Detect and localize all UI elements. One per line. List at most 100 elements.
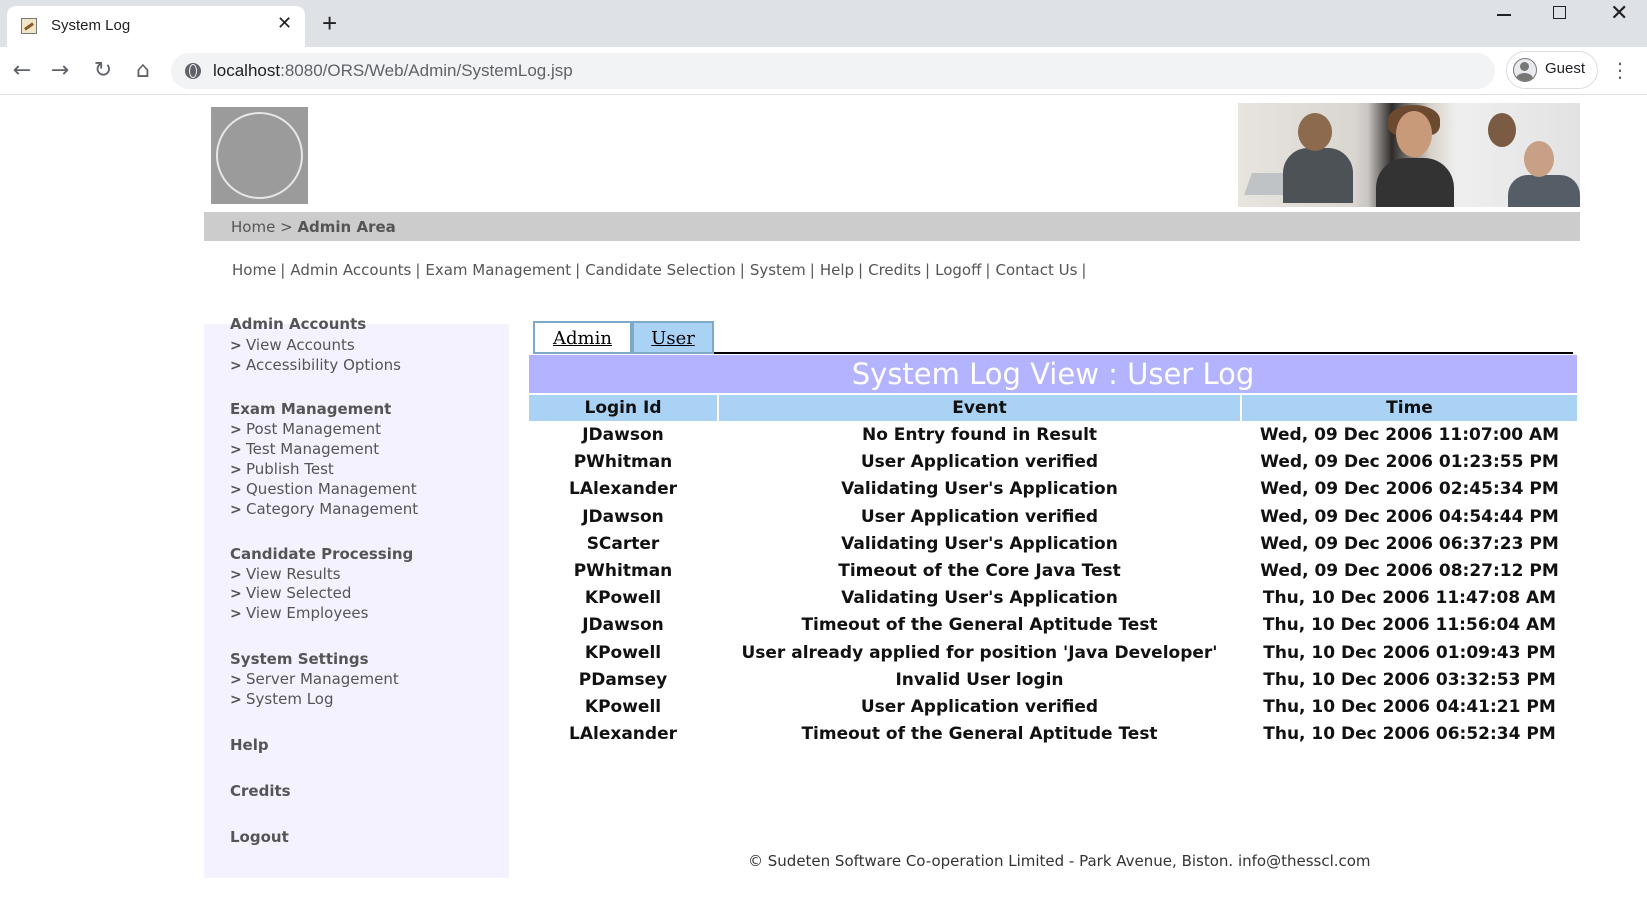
table-row: SCarter Validating User's Application Wed,… [529,531,1577,558]
site-logo [211,107,308,204]
window-close-icon[interactable]: ✕ [1610,0,1628,26]
time-cell: Wed, 09 Dec 2006 04:54:44 PM [1260,506,1559,527]
topnav-link-contact-us[interactable]: Contact Us [995,261,1077,279]
event-cell: Validating User's Application [841,588,1118,609]
topnav-link-exam-management[interactable]: Exam Management [425,261,571,279]
time-cell: Wed, 09 Dec 2006 06:37:23 PM [1260,533,1559,554]
chevron-right-icon: > [230,442,242,458]
profile-button[interactable]: Guest [1506,51,1598,89]
back-arrow-icon[interactable]: ← [8,57,36,85]
chevron-right-icon: > [230,482,242,498]
reload-icon[interactable]: ↻ [89,57,117,85]
table-row: KPowell User already applied for position… [529,640,1577,667]
sidebar-item-view-results[interactable]: > View Results [230,565,341,583]
sidebar-item-publish-test[interactable]: > Publish Test [230,460,334,478]
address-bar[interactable]: localhost:8080/ORS/Web/Admin/SystemLog.j… [171,53,1495,89]
sidebar-item-label: Accessibility Options [246,356,401,374]
sidebar-item-label: View Selected [246,584,352,602]
time-cell: Thu, 10 Dec 2006 06:52:34 PM [1263,724,1556,745]
login-id-cell: KPowell [584,696,662,717]
tab-admin[interactable]: Admin [533,321,632,354]
sidebar-item-accessibility-options[interactable]: > Accessibility Options [230,356,401,374]
sidebar-section-exam-management: Exam Management [230,400,392,418]
tab-close-icon[interactable]: ✕ [277,14,292,34]
topnav-link-candidate-selection[interactable]: Candidate Selection [585,261,736,279]
column-header-event: Event [719,395,1242,421]
topnav-separator: | [1081,261,1087,279]
topnav-link-help[interactable]: Help [820,261,854,279]
site-info-icon[interactable] [185,63,201,79]
sidebar-item-category-management[interactable]: > Category Management [230,500,418,518]
sidebar-item-view-accounts[interactable]: > View Accounts [230,336,355,354]
topnav-separator: | [809,261,815,279]
sidebar-section-logout[interactable]: Logout [230,828,289,846]
chevron-right-icon: > [230,422,242,438]
minimize-icon[interactable] [1497,14,1511,16]
event-cell: User already applied for position 'Java … [741,642,1218,663]
login-id-cell: PWhitman [573,560,673,581]
sidebar-section-credits[interactable]: Credits [230,782,291,800]
login-id-cell: KPowell [584,588,662,609]
sidebar-item-post-management[interactable]: > Post Management [230,420,381,438]
login-id-cell: SCarter [586,533,660,554]
time-cell: Thu, 10 Dec 2006 01:09:43 PM [1263,642,1556,663]
topnav-separator: | [925,261,931,279]
sidebar-section-help[interactable]: Help [230,736,269,754]
favicon-icon [21,18,37,34]
browser-tab[interactable]: System Log ✕ [7,6,305,47]
footer-copyright: © Sudeten Software Co-operation Limited … [748,852,1371,870]
sidebar-item-label: System Log [246,690,334,708]
log-title: System Log View : User Log [529,355,1577,393]
forward-arrow-icon[interactable]: → [46,57,74,85]
sidebar-item-question-management[interactable]: > Question Management [230,480,417,498]
breadcrumb-home-link[interactable]: Home [231,218,275,236]
sidebar-item-system-log[interactable]: > System Log [230,690,334,708]
new-tab-button[interactable]: + [322,10,337,36]
topnav-separator: | [415,261,421,279]
table-row: PWhitman User Application verified Wed, 09… [529,449,1577,476]
topnav-link-logoff[interactable]: Logoff [935,261,981,279]
url-text[interactable]: localhost:8080/ORS/Web/Admin/SystemLog.j… [213,61,573,81]
sidebar-item-label: View Results [246,565,341,583]
event-cell: Invalid User login [895,669,1064,690]
sidebar-item-label: View Employees [246,604,369,622]
sidebar-item-label: Category Management [246,500,419,518]
table-header: Login Id Event Time [529,395,1577,421]
topnav-link-system[interactable]: System [750,261,806,279]
topnav-separator: | [280,261,286,279]
sidebar-item-server-management[interactable]: > Server Management [230,670,399,688]
sidebar-section-admin-accounts: Admin Accounts [230,315,367,333]
event-cell: Validating User's Application [841,479,1118,500]
login-id-cell: KPowell [584,642,662,663]
login-id-cell: JDawson [582,506,664,527]
topnav-link-admin-accounts[interactable]: Admin Accounts [290,261,411,279]
tab-user[interactable]: User [632,321,714,354]
topnav-link-credits[interactable]: Credits [868,261,921,279]
kebab-menu-icon[interactable]: ⋮ [1610,59,1630,81]
event-cell: Timeout of the General Aptitude Test [801,615,1158,636]
topnav-separator: | [858,261,864,279]
chevron-right-icon: > [230,338,242,354]
sidebar-item-label: Test Management [246,440,380,458]
chevron-right-icon: > [230,462,242,478]
maximize-icon[interactable] [1553,6,1566,19]
login-id-cell: LAlexander [569,724,677,745]
chevron-right-icon: > [230,606,242,622]
sidebar-item-view-selected[interactable]: > View Selected [230,584,351,602]
sidebar-section-system-settings: System Settings [230,650,369,668]
login-id-cell: PWhitman [573,452,673,473]
topnav-link-home[interactable]: Home [232,261,276,279]
sidebar-item-view-employees[interactable]: > View Employees [230,604,368,622]
event-cell: Timeout of the Core Java Test [838,560,1121,581]
sidebar-item-label: View Accounts [246,336,355,354]
profile-avatar-icon [1513,58,1537,82]
top-navigation: Home | Admin Accounts | Exam Management | Cand… [232,261,1091,279]
table-row: LAlexander Timeout of the General Aptitud… [529,721,1577,748]
sidebar-item-test-management[interactable]: > Test Management [230,440,379,458]
time-cell: Thu, 10 Dec 2006 11:56:04 AM [1262,615,1557,636]
time-cell: Thu, 10 Dec 2006 11:47:08 AM [1262,588,1557,609]
chevron-right-icon: > [230,502,242,518]
time-cell: Thu, 10 Dec 2006 04:41:21 PM [1263,696,1556,717]
browser-tab-strip: System Log ✕ + ✕ [0,0,1647,47]
home-icon[interactable]: ⌂ [129,57,157,85]
